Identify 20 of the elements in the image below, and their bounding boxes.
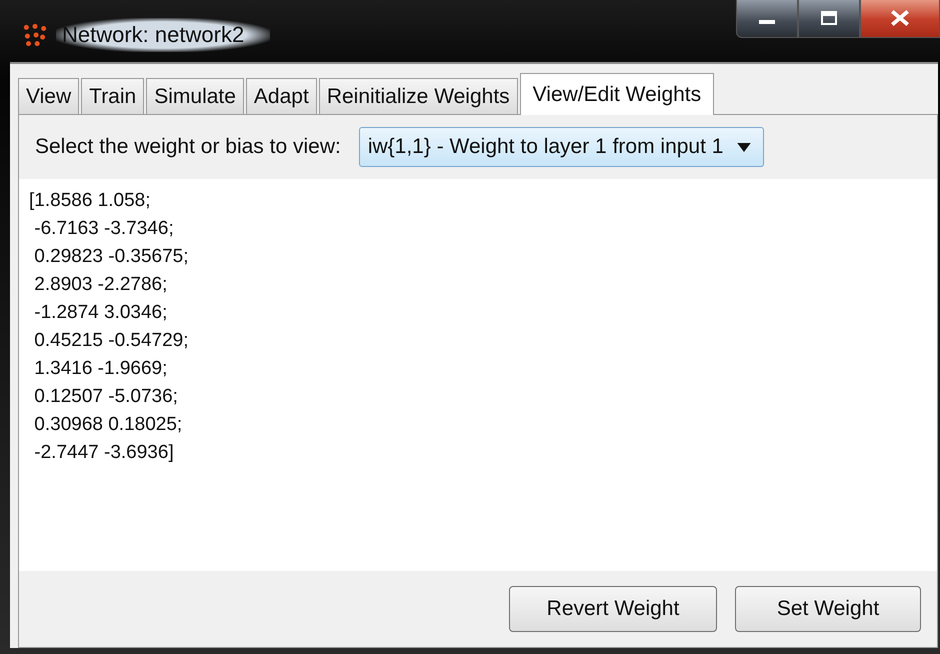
maximize-icon	[819, 10, 839, 24]
tab[interactable]: Adapt	[246, 78, 317, 114]
weight-button[interactable]: Set Weight	[735, 586, 921, 632]
weight-button[interactable]: Revert Weight	[509, 586, 717, 632]
tab[interactable]: Reinitialize Weights	[318, 78, 518, 114]
minimize-icon	[759, 20, 775, 24]
network-icon	[22, 22, 48, 48]
tab[interactable]: Simulate	[146, 78, 244, 114]
caret-icon	[737, 142, 752, 152]
tab[interactable]: View/Edit Weights	[520, 73, 714, 115]
text-area[interactable]: [1.8586 1.058; -6.7163 -3.7346; 0.29823 -0.35675; 2.8903 -2.2786; -1.2874 3.0346; 0.45215 -0.54729; 1.3416 -1.9669; 0.12507 -5.0736; 0.30968 0.18025; -2.7447 -3.6936]	[19, 179, 937, 571]
tab[interactable]: Train	[81, 78, 144, 114]
close-button[interactable]	[860, 0, 940, 38]
close-icon	[889, 8, 911, 26]
minimize-button[interactable]	[736, 0, 798, 38]
window-title: Network: network2	[56, 18, 270, 52]
selector-label: Select the weight or bias to view:	[35, 135, 341, 159]
tab[interactable]: View	[18, 78, 80, 114]
maximize-button[interactable]	[798, 0, 860, 38]
weight-dropdown[interactable]: iw{1,1} - Weight to layer 1 from input 1	[358, 127, 764, 167]
